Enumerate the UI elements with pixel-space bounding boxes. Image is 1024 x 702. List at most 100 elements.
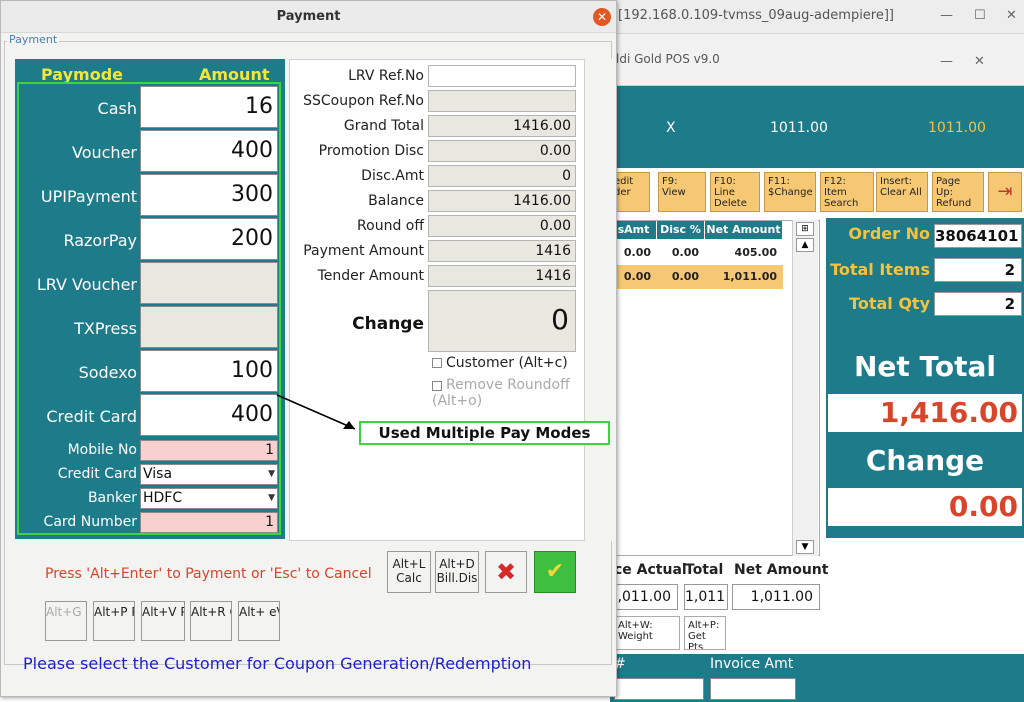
- weight-button[interactable]: Alt+W: Weight: [614, 616, 680, 650]
- invoice-amt-label: Invoice Amt: [710, 656, 794, 672]
- payment-amount-field: 1416: [428, 240, 576, 262]
- price-actual-value: ,011.00: [614, 584, 678, 610]
- mobile-no-label: Mobile No: [67, 442, 137, 458]
- calc-button[interactable]: Alt+L Calc: [387, 551, 431, 593]
- credit-card-amount-input[interactable]: 400: [140, 394, 278, 436]
- grid-cell: 0.00: [671, 246, 699, 259]
- tender-amount-field: 1416: [428, 265, 576, 287]
- scroll-up-icon[interactable]: ▲: [796, 238, 814, 252]
- column-chooser-icon[interactable]: ⊞: [796, 222, 814, 236]
- grid-scrollbar[interactable]: ⊞ ▲ ▼: [792, 220, 818, 556]
- evoucher-button[interactable]: Alt+ eVouc: [238, 601, 280, 641]
- lrv-ref-no-label: LRV Ref.No: [348, 68, 424, 84]
- total-value: 1,011: [684, 584, 728, 610]
- grid-header: Net Amount: [705, 221, 783, 239]
- bg-window-title: [192.168.0.109-tvmss_09aug-adempiere]]: [618, 8, 895, 23]
- customer-checkbox[interactable]: Customer (Alt+c): [432, 355, 568, 371]
- pos-minimize-icon[interactable]: —: [940, 54, 953, 69]
- screen: [192.168.0.109-tvmss_09aug-adempiere]] —…: [0, 0, 1024, 702]
- card-number-input[interactable]: 1: [140, 512, 278, 533]
- balance-label: Balance: [368, 193, 424, 209]
- upi-payment-label: UPIPayment: [40, 187, 137, 206]
- points-redeem-button[interactable]: Alt+V Pts.Re: [141, 601, 185, 641]
- total-label: Total: [685, 562, 724, 578]
- green-check-icon[interactable]: ✔: [534, 551, 576, 593]
- grid-cell: 405.00: [734, 246, 777, 259]
- bill-disc-button[interactable]: Alt+D Bill.Dis: [435, 551, 479, 593]
- chevron-down-icon: ▼: [268, 469, 275, 479]
- lrv-voucher-amount-input: [140, 262, 278, 304]
- table-row[interactable]: 0.00 0.00 1,011.00: [611, 265, 783, 289]
- dialog-title: Payment: [1, 1, 616, 33]
- band-value-2: 1011.00: [928, 120, 986, 136]
- minimize-icon[interactable]: —: [940, 8, 953, 23]
- cash-amount-input[interactable]: 16: [140, 86, 278, 128]
- red-x-icon[interactable]: ✖: [485, 551, 527, 593]
- lrv-ref-no-input[interactable]: [428, 65, 576, 87]
- tender-amount-label: Tender Amount: [317, 268, 424, 284]
- razorpay-label: RazorPay: [63, 231, 137, 250]
- cash-label: Cash: [97, 99, 137, 118]
- window-close-icon[interactable]: ✕: [1006, 8, 1017, 23]
- order-summary-panel: Order No 38064101 Total Items 2 Total Qt…: [826, 218, 1024, 538]
- total-qty-value: 2: [934, 292, 1022, 316]
- mobile-no-input[interactable]: 1: [140, 440, 278, 461]
- net-amount-label: Net Amount: [734, 562, 829, 578]
- disc-amt-field: 0: [428, 165, 576, 187]
- grid-cell: 0.00: [623, 246, 651, 259]
- disc-amt-label: Disc.Amt: [361, 168, 424, 184]
- grid-cell: 0.00: [671, 270, 699, 283]
- exit-door-icon[interactable]: ⇥: [988, 172, 1022, 212]
- change-field: 0: [428, 290, 576, 352]
- fkey-f11-change[interactable]: F11: $Change: [764, 172, 816, 212]
- fkey-page-up-refund[interactable]: Page Up: Refund: [932, 172, 984, 212]
- razorpay-amount-input[interactable]: 200: [140, 218, 278, 260]
- balance-field: 1416.00: [428, 190, 576, 212]
- round-off-label: Round off: [357, 218, 424, 234]
- pos-close-icon[interactable]: ✕: [974, 54, 985, 69]
- keyboard-hint: Press 'Alt+Enter' to Payment or 'Esc' to…: [45, 566, 372, 582]
- sodexo-label: Sodexo: [78, 363, 137, 382]
- get-points-button[interactable]: Alt+P: Get Pts: [684, 616, 726, 650]
- change-value: 0.00: [828, 488, 1022, 526]
- maximize-icon[interactable]: ☐: [974, 8, 986, 23]
- remove-roundoff-checkbox: Remove Roundoff (Alt+o): [432, 377, 580, 409]
- status-message: Please select the Customer for Coupon Ge…: [23, 654, 532, 673]
- upi-payment-amount-input[interactable]: 300: [140, 174, 278, 216]
- invoice-no-field: [614, 678, 704, 700]
- multiple-paymodes-highlight: Cash 16 Voucher 400 UPIPayment 300 Razor…: [17, 82, 281, 535]
- voucher-amount-input[interactable]: 400: [140, 130, 278, 172]
- order-lines-grid: sAmt Disc % Net Amount 0.00 0.00 405.00 …: [610, 220, 820, 556]
- fkey-f10-line-delete[interactable]: F10: Line Delete: [710, 172, 760, 212]
- promotion-disc-label: Promotion Disc: [318, 143, 424, 159]
- txpress-label: TXPress: [74, 319, 137, 338]
- total-items-label: Total Items: [830, 260, 930, 279]
- chevron-down-icon: ▼: [268, 493, 275, 503]
- lrv-voucher-label: LRV Voucher: [36, 275, 137, 294]
- net-total-label: Net Total: [853, 350, 997, 383]
- close-circle-icon[interactable]: ✕: [593, 8, 611, 26]
- scroll-down-icon[interactable]: ▼: [796, 540, 814, 554]
- grid-header: Disc %: [657, 221, 705, 239]
- credit-card-type-select[interactable]: Visa ▼: [140, 464, 278, 485]
- gift-card-button: Alt+G Gift C: [45, 601, 87, 641]
- grid-cell: 0.00: [623, 270, 651, 283]
- change-label: Change: [865, 444, 985, 477]
- pos-summary-band: X 1011.00 1011.00: [610, 86, 1024, 168]
- price-actual-label: ce Actual: [614, 562, 687, 578]
- table-row[interactable]: 0.00 0.00 405.00: [611, 241, 783, 265]
- grand-total-label: Grand Total: [343, 118, 424, 134]
- credit-card-type-value: Visa: [143, 466, 173, 482]
- credit-card-type-label: Credit Card: [57, 466, 137, 482]
- cp-redeem-button[interactable]: Alt+R CP.Rd: [190, 601, 232, 641]
- fkey-f9-view[interactable]: F9: View: [658, 172, 706, 212]
- banker-select[interactable]: HDFC ▼: [140, 488, 278, 509]
- sodexo-amount-input[interactable]: 100: [140, 350, 278, 392]
- banker-value: HDFC: [143, 490, 183, 506]
- fkey-f12-item-search[interactable]: F12: Item Search: [820, 172, 874, 212]
- customer-checkbox-label: Customer (Alt+c): [446, 355, 568, 371]
- order-no-label: Order No: [848, 224, 930, 243]
- card-number-label: Card Number: [43, 514, 137, 530]
- fkey-insert-clear-all[interactable]: Insert: Clear All: [876, 172, 928, 212]
- paytm-button[interactable]: Alt+P PayTM: [93, 601, 135, 641]
